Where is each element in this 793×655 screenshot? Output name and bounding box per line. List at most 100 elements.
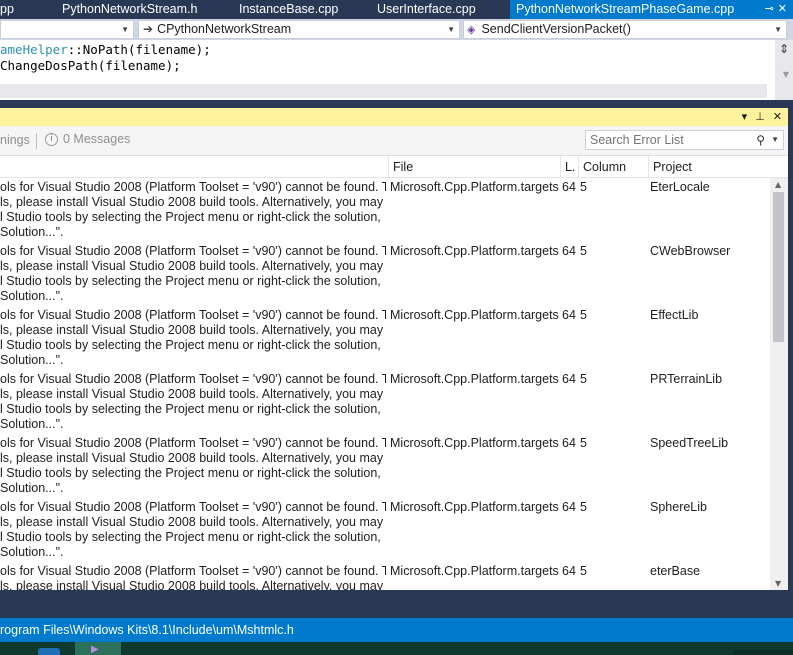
description-line: ls, please install Visual Studio 2008 bu… — [0, 387, 384, 401]
search-input[interactable] — [590, 133, 750, 147]
search-icon[interactable]: ⚲ — [756, 131, 765, 149]
chevron-down-icon: ▼ — [447, 25, 455, 34]
project-cell: PRTerrainLib — [650, 372, 723, 386]
description-cell: ols for Visual Studio 2008 (Platform Too… — [0, 308, 386, 368]
description-line: l Studio tools by selecting the Project … — [0, 338, 381, 352]
class-selector-value: CPythonNetworkStream — [157, 22, 292, 36]
chevron-down-icon: ▼ — [121, 25, 129, 34]
messages-label: 0 Messages — [63, 132, 131, 146]
close-icon[interactable]: ✕ — [778, 0, 787, 19]
pin-icon[interactable]: ⊸ — [765, 0, 774, 19]
description-cell: ols for Visual Studio 2008 (Platform Too… — [0, 372, 386, 432]
tab-partial[interactable]: pp — [0, 0, 14, 19]
member-selector[interactable]: ◈ SendClientVersionPacket() ▼ — [463, 20, 787, 39]
tab-label: PythonNetworkStreamPhaseGame.cpp — [516, 2, 735, 16]
description-line: l Studio tools by selecting the Project … — [0, 402, 381, 416]
tab-pythonnetworkstream-h[interactable]: PythonNetworkStream.h — [62, 0, 197, 19]
table-row[interactable]: ols for Visual Studio 2008 (Platform Too… — [0, 434, 770, 498]
pin-icon[interactable]: ⊥ — [755, 108, 765, 126]
project-cell: SpeedTreeLib — [650, 436, 729, 450]
tab-actions: ⊸ ✕ — [765, 0, 793, 19]
project-cell: CWebBrowser — [650, 244, 731, 258]
project-cell: EffectLib — [650, 308, 699, 322]
project-cell: eterBase — [650, 564, 701, 578]
file-cell: Microsoft.Cpp.Platform.targets — [390, 500, 559, 514]
line-cell: 64 — [562, 308, 576, 322]
table-row[interactable]: ols for Visual Studio 2008 (Platform Too… — [0, 306, 770, 370]
project-selector[interactable]: ▼ — [0, 20, 134, 39]
taskbar-app-icon[interactable] — [38, 648, 60, 655]
taskbar-tray — [733, 650, 793, 655]
code-class-token: ameHelper — [0, 42, 68, 57]
description-cell: ols for Visual Studio 2008 (Platform Too… — [0, 244, 386, 304]
file-cell: Microsoft.Cpp.Platform.targets — [390, 180, 559, 194]
description-line: Solution...". — [0, 417, 64, 431]
file-cell: Microsoft.Cpp.Platform.targets — [390, 564, 559, 578]
editor-vertical-scrollbar[interactable]: ⇕ ▼ — [775, 40, 793, 100]
split-icon[interactable]: ⇕ — [778, 42, 790, 56]
error-list-toolbar: nings i 0 Messages ⚲ ▼ — [0, 126, 788, 156]
tab-userinterface-cpp[interactable]: UserInterface.cpp — [377, 0, 476, 19]
table-row[interactable]: ols for Visual Studio 2008 (Platform Too… — [0, 498, 770, 562]
project-cell: SphereLib — [650, 500, 707, 514]
separator — [36, 133, 37, 149]
scroll-down-icon[interactable]: ▼ — [775, 579, 781, 588]
description-line: ols for Visual Studio 2008 (Platform Too… — [0, 564, 386, 578]
description-line: ols for Visual Studio 2008 (Platform Too… — [0, 436, 386, 450]
description-line: ols for Visual Studio 2008 (Platform Too… — [0, 180, 386, 194]
line-cell: 64 — [562, 436, 576, 450]
description-cell: ols for Visual Studio 2008 (Platform Too… — [0, 436, 386, 496]
horizontal-scrollbar[interactable] — [0, 84, 767, 98]
column-cell: 5 — [580, 372, 587, 386]
class-selector[interactable]: ➔ CPythonNetworkStream ▼ — [138, 20, 460, 39]
warnings-filter[interactable]: nings — [0, 133, 30, 147]
code-line-1: ::NoPath(filename); — [67, 42, 211, 57]
scroll-up-icon[interactable]: ▲ — [775, 180, 781, 189]
info-icon: i — [45, 132, 58, 146]
table-row[interactable]: ols for Visual Studio 2008 (Platform Too… — [0, 242, 770, 306]
column-header-project[interactable]: Project — [648, 156, 788, 178]
description-line: ls, please install Visual Studio 2008 bu… — [0, 579, 384, 590]
line-cell: 64 — [562, 180, 576, 194]
close-icon[interactable]: ✕ — [773, 108, 782, 126]
panel-splitter[interactable] — [0, 100, 793, 108]
description-line: l Studio tools by selecting the Project … — [0, 530, 381, 544]
document-tab-strip: pp PythonNetworkStream.h InstanceBase.cp… — [0, 0, 793, 19]
code-editor[interactable]: ameHelper::NoPath(filename); ChangeDosPa… — [0, 40, 793, 100]
description-cell: ols for Visual Studio 2008 (Platform Too… — [0, 564, 386, 590]
panel-gap — [0, 590, 793, 618]
description-line: l Studio tools by selecting the Project … — [0, 210, 381, 224]
description-line: ols for Visual Studio 2008 (Platform Too… — [0, 372, 386, 386]
tab-pythonnetworkstreamphasegame-cpp[interactable]: PythonNetworkStreamPhaseGame.cpp ⊸ ✕ — [510, 0, 793, 19]
tab-label: PythonNetworkStream.h — [62, 2, 198, 16]
description-line: Solution...". — [0, 481, 64, 495]
dropdown-icon[interactable]: ▾ — [742, 108, 748, 126]
line-cell: 64 — [562, 244, 576, 258]
table-row[interactable]: ols for Visual Studio 2008 (Platform Too… — [0, 178, 770, 242]
column-cell: 5 — [580, 436, 587, 450]
table-row[interactable]: ols for Visual Studio 2008 (Platform Too… — [0, 370, 770, 434]
description-line: ls, please install Visual Studio 2008 bu… — [0, 323, 384, 337]
visual-studio-icon: ▶ — [91, 644, 99, 655]
chevron-down-icon[interactable]: ▼ — [771, 131, 779, 149]
error-list-vertical-scrollbar[interactable]: ▲ ▼ — [770, 178, 788, 590]
column-header-file[interactable]: File — [388, 156, 560, 178]
taskbar-visual-studio-icon[interactable]: ▶ — [75, 642, 121, 655]
scroll-thumb[interactable] — [773, 192, 784, 342]
description-line: ls, please install Visual Studio 2008 bu… — [0, 515, 384, 529]
messages-filter[interactable]: i 0 Messages — [45, 132, 130, 146]
search-box[interactable]: ⚲ ▼ — [585, 130, 784, 150]
scroll-down-icon[interactable]: ▼ — [783, 70, 789, 79]
description-line: ols for Visual Studio 2008 (Platform Too… — [0, 500, 386, 514]
column-header-column[interactable]: Column — [578, 156, 648, 178]
column-cell: 5 — [580, 244, 587, 258]
tab-label: pp — [0, 2, 14, 16]
tab-instancebase-cpp[interactable]: InstanceBase.cpp — [239, 0, 338, 19]
tab-label: InstanceBase.cpp — [239, 2, 339, 16]
tab-label: UserInterface.cpp — [377, 2, 476, 16]
column-cell: 5 — [580, 308, 587, 322]
table-row[interactable]: ols for Visual Studio 2008 (Platform Too… — [0, 562, 770, 590]
file-cell: Microsoft.Cpp.Platform.targets — [390, 436, 559, 450]
column-header-line[interactable]: L. — [560, 156, 578, 178]
arrow-right-icon: ➔ — [143, 22, 154, 36]
